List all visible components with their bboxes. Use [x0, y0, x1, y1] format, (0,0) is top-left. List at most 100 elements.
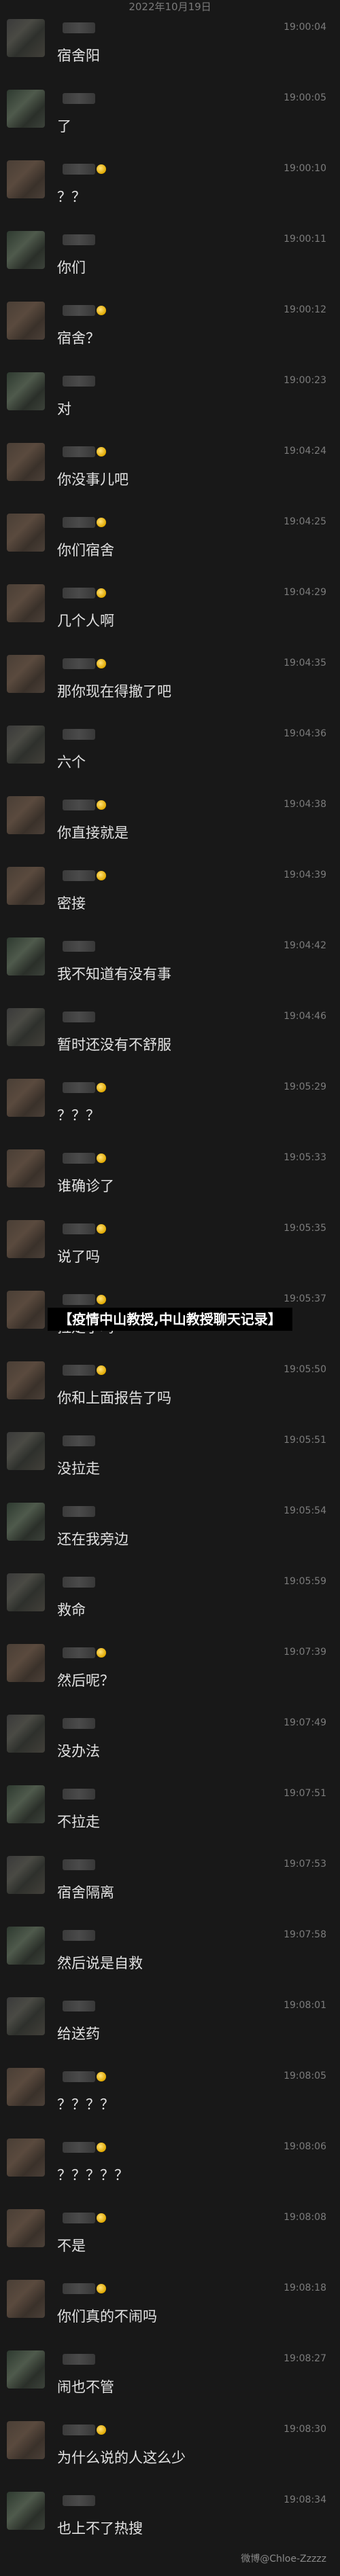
- avatar[interactable]: [7, 796, 45, 834]
- avatar[interactable]: [7, 443, 45, 481]
- chat-message[interactable]: 19:08:05 ？？？？: [0, 2062, 340, 2130]
- message-text: 密接: [57, 895, 86, 912]
- message-time: 19:08:30: [284, 2424, 326, 2435]
- chat-message[interactable]: 19:08:27 闹也不管: [0, 2345, 340, 2413]
- chat-message[interactable]: 19:05:33 谁确诊了: [0, 1144, 340, 1212]
- chat-message[interactable]: 19:07:53 宿舍隔离: [0, 1850, 340, 1918]
- chat-message[interactable]: 19:08:06 ？？？？？: [0, 2133, 340, 2201]
- chat-message[interactable]: 19:00:11 你们: [0, 226, 340, 293]
- emoji-icon: [97, 447, 106, 457]
- chat-message[interactable]: 19:04:39 密接: [0, 861, 340, 929]
- message-text: 了: [57, 118, 71, 135]
- chat-message[interactable]: 19:00:04 宿舍阳: [0, 14, 340, 82]
- chat-message[interactable]: 19:05:54 还在我旁边: [0, 1497, 340, 1565]
- avatar[interactable]: [7, 19, 45, 57]
- avatar[interactable]: [7, 937, 45, 976]
- avatar[interactable]: [7, 1997, 45, 2035]
- chat-message[interactable]: 19:04:29 几个人啊: [0, 579, 340, 647]
- chat-message[interactable]: 19:07:39 然后呢？: [0, 1639, 340, 1706]
- avatar[interactable]: [7, 726, 45, 764]
- chat-message[interactable]: 19:04:46 暂时还没有不舒服: [0, 1003, 340, 1071]
- blurred-name: [63, 517, 95, 528]
- avatar[interactable]: [7, 1149, 45, 1187]
- blurred-name: [63, 2071, 95, 2082]
- avatar[interactable]: [7, 90, 45, 128]
- avatar[interactable]: [7, 1220, 45, 1258]
- chat-message[interactable]: 19:04:25 你们宿舍: [0, 508, 340, 576]
- emoji-icon: [97, 1153, 106, 1163]
- chat-message[interactable]: 19:08:34 也上不了热搜: [0, 2486, 340, 2554]
- avatar[interactable]: [7, 1503, 45, 1541]
- chat-message[interactable]: 19:08:30 为什么说的人这么少: [0, 2416, 340, 2484]
- avatar[interactable]: [7, 2280, 45, 2318]
- avatar[interactable]: [7, 2209, 45, 2247]
- message-text: 救命: [57, 1602, 86, 1618]
- avatar[interactable]: [7, 1432, 45, 1470]
- message-text: 还在我旁边: [57, 1531, 129, 1548]
- avatar[interactable]: [7, 1927, 45, 1965]
- chat-message[interactable]: 19:04:35 那你现在得撤了吧: [0, 649, 340, 717]
- message-text: 你和上面报告了吗: [57, 1390, 171, 1406]
- avatar[interactable]: [7, 1361, 45, 1399]
- avatar[interactable]: [7, 2421, 45, 2459]
- chat-message[interactable]: 19:07:49 没办法: [0, 1709, 340, 1777]
- avatar[interactable]: [7, 1785, 45, 1823]
- avatar[interactable]: [7, 1715, 45, 1753]
- avatar[interactable]: [7, 1079, 45, 1117]
- avatar[interactable]: [7, 514, 45, 552]
- avatar[interactable]: [7, 584, 45, 622]
- avatar[interactable]: [7, 302, 45, 340]
- blurred-name: [63, 1930, 95, 1941]
- chat-message[interactable]: 19:05:29 ？？？: [0, 1073, 340, 1141]
- chat-message[interactable]: 19:05:59 救命: [0, 1568, 340, 1636]
- chat-message[interactable]: 19:00:23 对: [0, 367, 340, 435]
- chat-message[interactable]: 19:00:12 宿舍？: [0, 296, 340, 364]
- avatar[interactable]: [7, 1644, 45, 1682]
- avatar[interactable]: [7, 867, 45, 905]
- message-text: 也上不了热搜: [57, 2520, 143, 2537]
- avatar[interactable]: [7, 2492, 45, 2530]
- chat-message[interactable]: 19:07:51 不拉走: [0, 1780, 340, 1848]
- message-text: 宿舍？: [57, 330, 100, 346]
- chat-message[interactable]: 19:07:58 然后说是自救: [0, 1921, 340, 1989]
- blurred-name: [63, 2425, 95, 2435]
- blurred-name: [63, 446, 95, 457]
- chat-message[interactable]: 19:05:51 没拉走: [0, 1427, 340, 1495]
- avatar[interactable]: [7, 1291, 45, 1329]
- chat-message[interactable]: 19:05:50 你和上面报告了吗: [0, 1356, 340, 1424]
- blurred-name: [63, 305, 95, 316]
- chat-message[interactable]: 19:08:01 给送药: [0, 1992, 340, 2060]
- chat-message[interactable]: 19:04:24 你没事儿吧: [0, 437, 340, 505]
- chat-message[interactable]: 19:08:08 不是: [0, 2204, 340, 2272]
- message-time: 19:05:50: [284, 1364, 326, 1375]
- avatar[interactable]: [7, 160, 45, 198]
- sender-name: [63, 92, 95, 105]
- message-time: 19:04:29: [284, 587, 326, 598]
- sender-name: [63, 446, 106, 458]
- blurred-name: [63, 1506, 95, 1517]
- avatar[interactable]: [7, 372, 45, 410]
- avatar[interactable]: [7, 1856, 45, 1894]
- avatar[interactable]: [7, 2068, 45, 2106]
- avatar[interactable]: [7, 231, 45, 269]
- chat-message[interactable]: 19:00:05 了: [0, 84, 340, 152]
- message-text: 没拉走: [57, 1461, 100, 1477]
- chat-message[interactable]: 19:00:10 ？？: [0, 155, 340, 223]
- blurred-name: [63, 2283, 95, 2294]
- emoji-icon: [97, 2072, 106, 2081]
- avatar[interactable]: [7, 2350, 45, 2389]
- chat-message[interactable]: 19:04:38 你直接就是: [0, 791, 340, 859]
- message-time: 19:05:59: [284, 1576, 326, 1587]
- avatar[interactable]: [7, 1008, 45, 1046]
- message-text: ？？: [57, 189, 86, 205]
- chat-message[interactable]: 19:04:42 我不知道有没有事: [0, 932, 340, 1000]
- emoji-icon: [97, 1365, 106, 1375]
- avatar[interactable]: [7, 1573, 45, 1611]
- chat-message[interactable]: 19:04:36 六个: [0, 720, 340, 788]
- sender-name: [63, 870, 106, 882]
- chat-message[interactable]: 19:08:18 你们真的不闹吗: [0, 2274, 340, 2342]
- chat-message[interactable]: 19:05:35 说了吗: [0, 1215, 340, 1283]
- avatar[interactable]: [7, 2139, 45, 2177]
- avatar[interactable]: [7, 655, 45, 693]
- message-text: 对: [57, 401, 71, 417]
